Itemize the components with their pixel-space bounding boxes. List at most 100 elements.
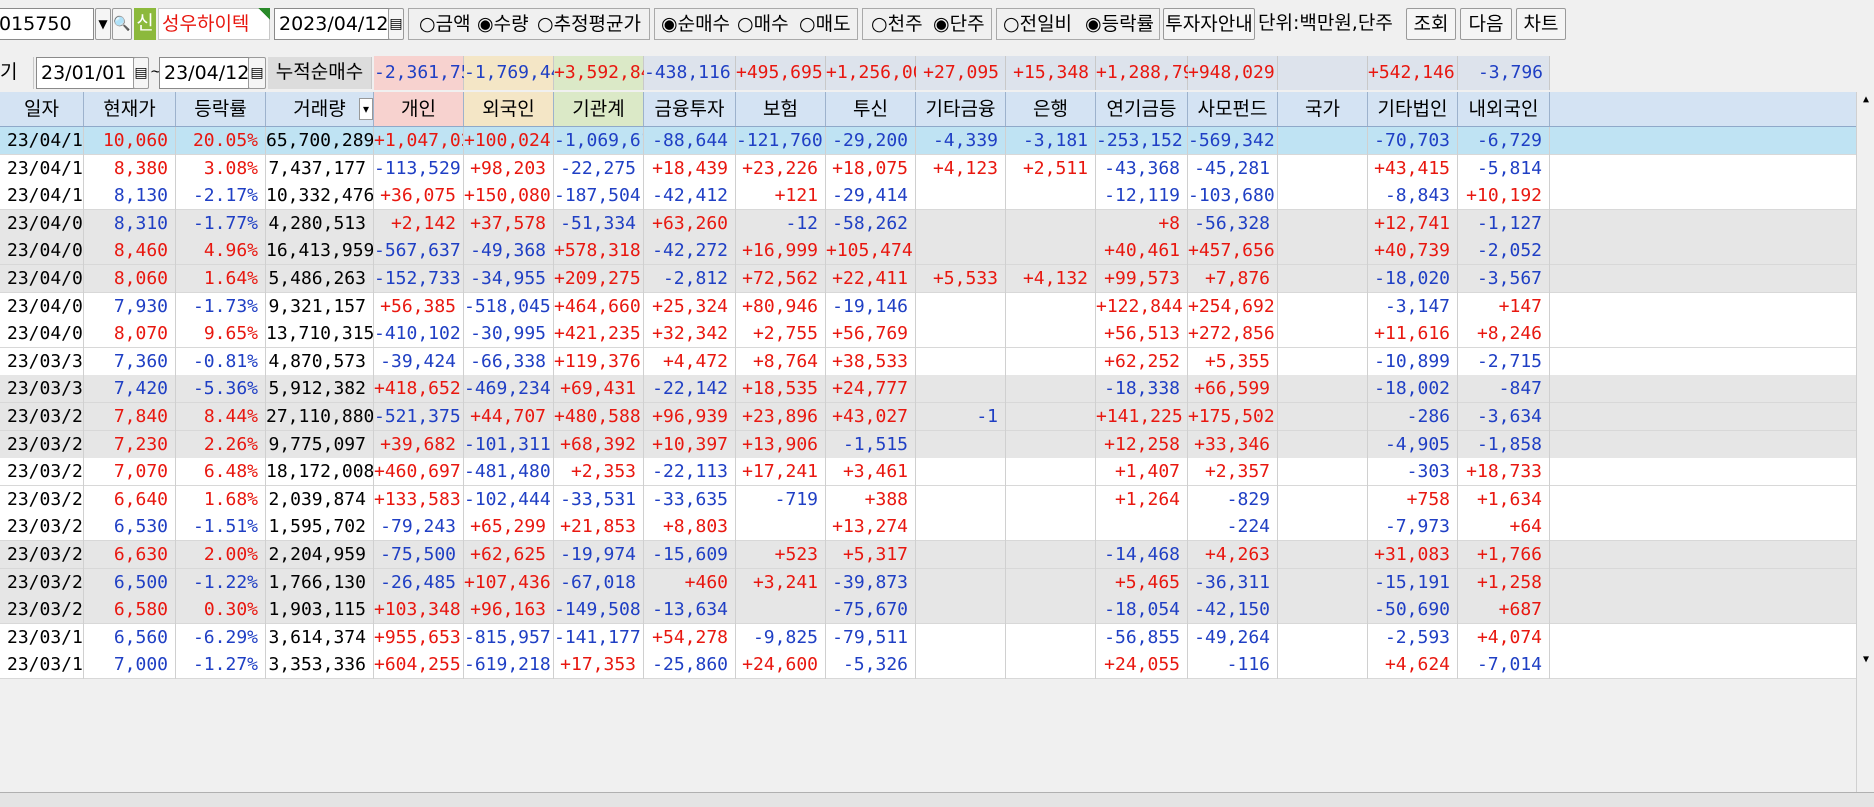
cell-other-corporation: -2,593: [1368, 623, 1458, 652]
radio-buy[interactable]: ○매수: [737, 9, 789, 39]
cell-government: [1278, 375, 1368, 404]
radio-prev-day[interactable]: ○전일비: [1003, 9, 1072, 39]
radio-amount[interactable]: ○금액: [419, 9, 471, 39]
table-row[interactable]: 23/03/206,5800.30%1,903,115+103,348+96,1…: [0, 596, 1856, 625]
table-row[interactable]: 23/03/226,6302.00%2,204,959-75,500+62,62…: [0, 541, 1856, 569]
cell-other-financial: -1: [916, 403, 1006, 431]
table-row[interactable]: 23/04/038,0709.65%13,710,315-410,102-30,…: [0, 320, 1856, 349]
table-row[interactable]: 23/03/277,0706.48%18,172,008+460,697-481…: [0, 458, 1856, 487]
cell-volume: 3,614,374: [266, 623, 374, 652]
header-domestic-foreigner[interactable]: 내외국인: [1458, 92, 1550, 126]
header-bank[interactable]: 은행: [1006, 92, 1096, 126]
cell-other-financial: [916, 513, 1006, 542]
cell-insurance: +23,896: [736, 403, 826, 431]
cell-individual: -75,500: [374, 541, 464, 569]
search-icon[interactable]: 🔍: [112, 8, 132, 40]
radio-single-shares[interactable]: ◉단주: [933, 9, 985, 39]
table-row[interactable]: 23/03/317,360-0.81%4,870,573-39,424-66,3…: [0, 347, 1856, 376]
cell-other-financial: [916, 623, 1006, 652]
radio-quantity[interactable]: ◉수량: [477, 9, 529, 39]
cell-pension-fund: -14,468: [1096, 541, 1188, 569]
cell-foreign: +37,578: [464, 209, 554, 238]
cell-current-price: 8,060: [84, 265, 176, 293]
chart-button[interactable]: 차트: [1516, 8, 1566, 40]
table-row[interactable]: 23/04/068,4604.96%16,413,959-567,637-49,…: [0, 237, 1856, 266]
cell-institution: -149,508: [554, 596, 644, 625]
volume-sort-dropdown-icon[interactable]: ▾: [359, 98, 373, 120]
cell-current-price: 8,460: [84, 237, 176, 266]
table-row[interactable]: 23/03/246,6401.68%2,039,874+133,583-102,…: [0, 485, 1856, 514]
table-row[interactable]: 23/03/307,420-5.36%5,912,382+418,652-469…: [0, 375, 1856, 404]
table-row[interactable]: 23/03/176,560-6.29%3,614,374+955,653-815…: [0, 623, 1856, 652]
cumulative-financial-investment: -438,116: [644, 56, 736, 90]
header-foreign[interactable]: 외국인: [464, 92, 554, 126]
next-button[interactable]: 다음: [1460, 8, 1512, 40]
cell-investment-trust: -29,200: [826, 127, 916, 155]
header-date[interactable]: 일자: [0, 92, 84, 126]
table-row[interactable]: 23/04/078,310-1.77%4,280,513+2,142+37,57…: [0, 209, 1856, 238]
header-other-financial[interactable]: 기타금융: [916, 92, 1006, 126]
table-row[interactable]: 23/03/216,500-1.22%1,766,130-26,485+107,…: [0, 568, 1856, 597]
header-current-price[interactable]: 현재가: [84, 92, 176, 126]
cell-date: 23/03/22: [0, 541, 84, 569]
header-private-fund[interactable]: 사모펀드: [1188, 92, 1278, 126]
cell-bank: [1006, 182, 1096, 211]
cell-financial-investment: +18,439: [644, 154, 736, 183]
header-financial-investment[interactable]: 금융투자: [644, 92, 736, 126]
cumulative-pension-fund: +1,288,795: [1096, 56, 1204, 90]
cell-other-corporation: +11,616: [1368, 320, 1458, 349]
cell-individual: +955,653: [374, 623, 464, 652]
cell-volume: 7,437,177: [266, 154, 374, 183]
header-government[interactable]: 국가: [1278, 92, 1368, 126]
cell-domestic-foreigner: +147: [1458, 292, 1550, 321]
cell-volume: 13,710,315: [266, 320, 374, 349]
radio-change-rate[interactable]: ◉등락률: [1085, 9, 1154, 39]
radio-est-avg-price[interactable]: ○추정평균가: [537, 9, 641, 39]
cell-individual: -26,485: [374, 568, 464, 597]
cell-other-corporation: -70,703: [1368, 127, 1458, 155]
table-row[interactable]: 23/03/297,8408.44%27,110,880-521,375+44,…: [0, 403, 1856, 431]
radio-net-buy[interactable]: ◉순매수: [661, 9, 730, 39]
cell-date: 23/03/17: [0, 623, 84, 652]
query-button[interactable]: 조회: [1406, 8, 1456, 40]
scroll-down-arrow-icon[interactable]: ▼: [1858, 652, 1874, 668]
cell-institution: -19,974: [554, 541, 644, 569]
table-row[interactable]: 23/04/118,3803.08%7,437,177-113,529+98,2…: [0, 154, 1856, 183]
investor-guide-button[interactable]: 투자자안내: [1163, 8, 1255, 40]
calendar-from-icon[interactable]: ▤: [133, 57, 149, 89]
stock-code-input[interactable]: 015750: [0, 8, 94, 40]
dropdown-arrow-icon[interactable]: ▼: [95, 8, 111, 40]
radio-sell[interactable]: ○매도: [799, 9, 851, 39]
cell-government: [1278, 347, 1368, 376]
vertical-scrollbar[interactable]: ▲ ▼: [1856, 92, 1874, 792]
table-row[interactable]: 23/03/287,2302.26%9,775,097+39,682-101,3…: [0, 430, 1856, 459]
cell-domestic-foreigner: -847: [1458, 375, 1550, 404]
period-to-input[interactable]: 23/04/12: [159, 57, 249, 89]
cell-date: 23/04/07: [0, 209, 84, 238]
table-row-selected[interactable]: 23/04/1210,06020.05%65,700,289+1,047,026…: [0, 127, 1856, 155]
period-from-input[interactable]: 23/01/01: [36, 57, 136, 89]
header-pension-fund[interactable]: 연기금등: [1096, 92, 1188, 126]
header-institution[interactable]: 기관계: [554, 92, 644, 126]
table-row[interactable]: 23/03/167,000-1.27%3,353,336+604,255-619…: [0, 651, 1856, 680]
radio-thousand-shares[interactable]: ○천주: [871, 9, 923, 39]
calendar-to-icon[interactable]: ▤: [248, 57, 266, 89]
cell-insurance: +121: [736, 182, 826, 211]
header-change-rate[interactable]: 등락률: [176, 92, 266, 126]
table-row[interactable]: 23/03/236,530-1.51%1,595,702-79,243+65,2…: [0, 513, 1856, 542]
header-other-corporation[interactable]: 기타법인: [1368, 92, 1458, 126]
header-individual[interactable]: 개인: [374, 92, 464, 126]
cell-date: 23/03/16: [0, 651, 84, 680]
table-row[interactable]: 23/04/108,130-2.17%10,332,476+36,075+150…: [0, 182, 1856, 211]
cell-financial-investment: +32,342: [644, 320, 736, 349]
table-row[interactable]: 23/04/058,0601.64%5,486,263-152,733-34,9…: [0, 265, 1856, 293]
header-insurance[interactable]: 보험: [736, 92, 826, 126]
header-volume[interactable]: 거래량 ▾: [266, 92, 374, 126]
table-row[interactable]: 23/04/047,930-1.73%9,321,157+56,385-518,…: [0, 292, 1856, 321]
header-investment-trust[interactable]: 투신: [826, 92, 916, 126]
cell-pension-fund: +62,252: [1096, 347, 1188, 376]
calendar-icon[interactable]: ▤: [388, 8, 404, 40]
scroll-up-arrow-icon[interactable]: ▲: [1858, 92, 1874, 108]
cell-volume: 27,110,880: [266, 403, 374, 431]
date-input[interactable]: 2023/04/12: [274, 8, 390, 40]
